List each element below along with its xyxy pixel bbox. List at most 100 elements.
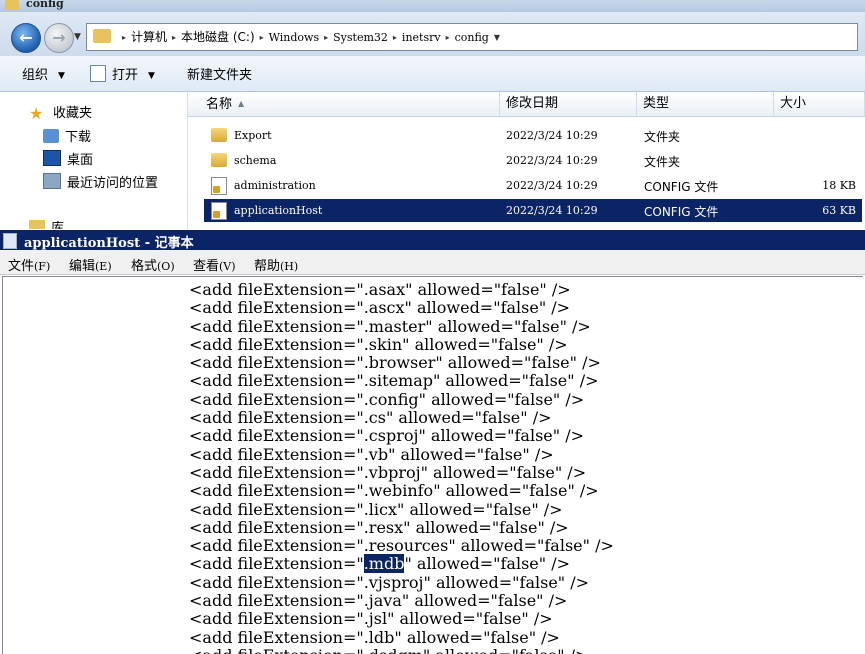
explorer-title: config <box>26 0 64 10</box>
nav-libraries[interactable]: 库 <box>29 217 64 229</box>
code-text: " allowed="false" /> <box>394 627 560 647</box>
table-row[interactable]: Export 2022/3/24 10:29 文件夹 <box>204 124 862 147</box>
breadcrumb-separator[interactable]: ▸ <box>446 33 450 42</box>
back-button[interactable]: ← <box>11 23 41 53</box>
selected-text: .mdb <box>363 554 405 574</box>
code-text: <add fileExtension=" <box>189 481 364 501</box>
nav-downloads[interactable]: 下载 <box>43 126 91 145</box>
code-extension: .config <box>363 389 419 409</box>
new-folder-label: 新建文件夹 <box>187 68 253 83</box>
code-text: <add fileExtension=" <box>189 444 364 464</box>
code-extension: .master <box>363 316 426 336</box>
code-extension: .licx <box>363 499 398 519</box>
text-editor[interactable]: <add fileExtension=".asax" allowed="fals… <box>2 276 863 654</box>
recent-places-icon <box>43 173 61 189</box>
code-line: <add fileExtension=".resx" allowed="fals… <box>189 517 614 537</box>
breadcrumb-separator[interactable]: ▸ <box>122 33 126 42</box>
organize-label: 组织 <box>22 68 49 83</box>
code-text: <add fileExtension=" <box>189 572 364 592</box>
nav-recent-places[interactable]: 最近访问的位置 <box>43 172 158 191</box>
new-folder-button[interactable]: 新建文件夹 <box>187 64 252 83</box>
code-text: <add fileExtension=" <box>189 536 364 556</box>
code-text: " allowed="false" /> <box>397 499 563 519</box>
breadcrumb-inetsrv[interactable]: inetsrv <box>402 31 441 44</box>
address-bar[interactable]: ▸ 计算机 ▸ 本地磁盘 (C:) ▸ Windows ▸ System32 ▸ inetsrv ▸… <box>86 23 858 51</box>
code-text: <add fileExtension=" <box>189 389 364 409</box>
menu-view-accel: (V) <box>219 260 236 273</box>
file-date: 2022/3/24 10:29 <box>506 204 598 217</box>
address-row: ← → ▼ ▸ 计算机 ▸ 本地磁盘 (C:) ▸ Windows ▸ System32 ▸ in… <box>0 12 865 56</box>
code-line: <add fileExtension=".asax" allowed="fals… <box>189 280 614 299</box>
file-size: 63 KB <box>822 204 856 217</box>
menu-bar: 文件(F) 编辑(E) 格式(O) 查看(V) 帮助(H) <box>0 250 865 275</box>
notepad-title-bar[interactable]: applicationHost - 记事本 <box>0 230 865 251</box>
menu-file[interactable]: 文件(F) <box>8 255 50 274</box>
column-header-date[interactable]: 修改日期 <box>500 92 637 116</box>
table-row[interactable]: administration 2022/3/24 10:29 CONFIG 文件… <box>204 174 862 197</box>
command-bar: 组织 ▼ 打开 ▼ 新建文件夹 <box>0 56 865 92</box>
code-line: <add fileExtension=".config" allowed="fa… <box>189 389 614 409</box>
breadcrumb-config[interactable]: config <box>455 31 489 44</box>
menu-help-accel: (H) <box>280 260 299 273</box>
breadcrumb-separator[interactable]: ▸ <box>393 33 397 42</box>
config-file-icon <box>211 177 227 195</box>
breadcrumb-separator[interactable]: ▸ <box>324 33 328 42</box>
breadcrumb-separator[interactable]: ▸ <box>260 33 264 42</box>
code-extension: .jsl <box>363 609 388 629</box>
file-name: applicationHost <box>234 204 323 217</box>
code-text: <add fileExtension=" <box>189 609 364 629</box>
file-type: 文件夹 <box>644 130 681 144</box>
file-date: 2022/3/24 10:29 <box>506 179 598 192</box>
code-line: <add fileExtension=".jsl" allowed="false… <box>189 610 614 628</box>
breadcrumb-dropdown-icon[interactable]: ▼ <box>494 33 500 42</box>
navigation-pane: ★ 收藏夹 下载 桌面 最近访问的位置 库 <box>0 92 188 229</box>
breadcrumb-computer[interactable]: 计算机 <box>131 30 167 44</box>
code-text: " allowed="false" /> <box>432 371 599 391</box>
file-date: 2022/3/24 10:29 <box>506 154 598 167</box>
code-text: " allowed="false" /> <box>403 517 569 537</box>
nav-desktop[interactable]: 桌面 <box>43 149 93 168</box>
menu-edit[interactable]: 编辑(E) <box>69 255 112 274</box>
menu-format-label: 格式 <box>131 259 158 274</box>
nav-favorites[interactable]: ★ 收藏夹 <box>29 102 92 123</box>
code-text: <add fileExtension=" <box>189 517 364 537</box>
file-name: schema <box>234 154 277 167</box>
code-text: <add fileExtension=" <box>189 646 364 654</box>
config-file-icon <box>211 202 227 220</box>
column-header-size[interactable]: 大小 <box>774 92 865 116</box>
code-extension: .skin <box>363 334 403 354</box>
code-line: <add fileExtension=".sitemap" allowed="f… <box>189 372 614 390</box>
notepad-icon <box>3 233 17 249</box>
menu-edit-label: 编辑 <box>69 259 96 274</box>
code-extension: .browser <box>363 353 436 373</box>
code-text: " allowed="false" /> <box>404 298 571 318</box>
column-header-name[interactable]: 名称 ▲ <box>200 92 500 116</box>
menu-help[interactable]: 帮助(H) <box>254 255 298 274</box>
code-extension: .vb <box>363 444 389 464</box>
notepad-window: applicationHost - 记事本 文件(F) 编辑(E) 格式(O) … <box>0 230 865 654</box>
forward-button[interactable]: → <box>44 23 74 53</box>
notepad-title-file: applicationHost <box>24 236 141 251</box>
table-row[interactable]: schema 2022/3/24 10:29 文件夹 <box>204 149 862 172</box>
breadcrumb-separator[interactable]: ▸ <box>172 33 176 42</box>
breadcrumb-local-disk[interactable]: 本地磁盘 (C:) <box>181 30 255 44</box>
file-name: Export <box>234 129 272 142</box>
breadcrumb-windows[interactable]: Windows <box>269 31 319 44</box>
breadcrumb-system32[interactable]: System32 <box>333 31 388 44</box>
menu-view[interactable]: 查看(V) <box>193 255 236 274</box>
code-text: " allowed="false" /> <box>423 572 590 592</box>
code-text: " allowed="false" /> <box>435 353 601 373</box>
desktop-icon <box>43 150 61 166</box>
menu-format[interactable]: 格式(O) <box>131 255 175 274</box>
explorer-title-bar[interactable]: config <box>0 0 865 12</box>
history-dropdown-icon[interactable]: ▼ <box>74 32 81 42</box>
chevron-down-icon: ▼ <box>58 71 65 81</box>
code-text: <add fileExtension=" <box>189 408 364 428</box>
organize-button[interactable]: 组织 ▼ <box>22 64 65 83</box>
column-header-type[interactable]: 类型 <box>637 92 774 116</box>
table-row-selected[interactable]: applicationHost 2022/3/24 10:29 CONFIG 文… <box>204 199 862 222</box>
arrow-left-icon: ← <box>19 28 33 47</box>
code-line: <add fileExtension=".vb" allowed="false"… <box>189 444 614 464</box>
open-button[interactable]: 打开 ▼ <box>90 64 155 83</box>
code-text: " allowed="false" /> <box>418 426 584 446</box>
